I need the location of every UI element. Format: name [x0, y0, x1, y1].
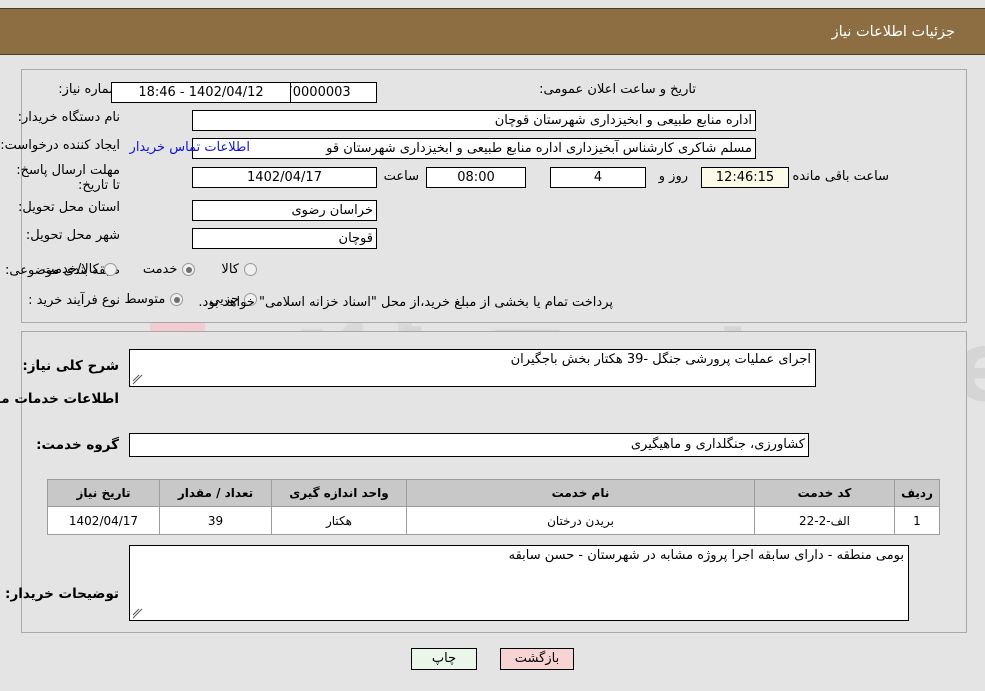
col-row-no: ردیف — [894, 479, 940, 507]
announce-datetime-value[interactable]: 1402/04/12 - 18:46 — [111, 82, 291, 103]
col-quantity: تعداد / مقدار — [159, 479, 272, 507]
category-option-kala[interactable]: کالا — [195, 262, 257, 277]
col-service-code: کد خدمت — [754, 479, 895, 507]
col-need-date: تاریخ نیاز — [47, 479, 160, 507]
buyer-org-label: نام دستگاه خریدار: — [17, 110, 120, 125]
announce-datetime-label: تاریخ و ساعت اعلان عمومی: — [539, 82, 696, 97]
city-label-wrap: شهر محل تحویل: — [26, 228, 120, 243]
buyer-notes-value: بومی منطقه - دارای سابقه اجرا پروژه مشاب… — [508, 548, 904, 563]
services-heading: اطلاعات خدمات مورد نیاز — [0, 391, 119, 407]
need-summary-textarea[interactable]: اجرای عملیات پرورشی جنگل -39 هکتار بخش ب… — [129, 349, 816, 387]
need-summary-value: اجرای عملیات پرورشی جنگل -39 هکتار بخش ب… — [510, 352, 811, 367]
cell-unit: هکتار — [271, 506, 407, 535]
need-info-panel — [21, 69, 967, 323]
need-summary-label: شرح کلی نیاز: — [22, 358, 119, 374]
city-value[interactable]: قوچان — [192, 228, 377, 249]
cell-need-date: 1402/04/17 — [47, 506, 160, 535]
page-header-bar: جزئیات اطلاعات نیاز — [0, 8, 985, 55]
radio-circle[interactable] — [170, 293, 184, 306]
province-value[interactable]: خراسان رضوی — [192, 200, 377, 221]
announce-datetime-label-wrap: تاریخ و ساعت اعلان عمومی: — [539, 82, 696, 97]
cell-service-code: الف-2-22 — [754, 506, 895, 535]
page-root: AriaTender.net جزئیات اطلاعات نیاز شماره… — [0, 0, 985, 691]
category-option-kala-khedmat[interactable]: کالا/خدمت — [42, 262, 117, 277]
services-table: ردیف کد خدمت نام خدمت واحد اندازه گیری ت… — [47, 479, 940, 535]
category-option-label: کالا — [221, 262, 239, 277]
deadline-date[interactable]: 1402/04/17 — [192, 167, 377, 188]
service-group-label: گروه خدمت: — [36, 437, 119, 453]
request-creator-label: ایجاد کننده درخواست: — [0, 138, 120, 153]
radio-circle[interactable] — [103, 263, 117, 276]
resize-grip-icon[interactable] — [132, 374, 143, 385]
purchase-type-note: پرداخت تمام یا بخشی از مبلغ خرید،از محل … — [198, 295, 613, 310]
request-creator-value[interactable]: مسلم شاکری کارشناس آبخیزداری اداره منابع… — [192, 138, 756, 159]
purchase-type-label: نوع فرآیند خرید : — [28, 293, 120, 308]
service-group-value[interactable]: کشاورزی، جنگلداری و ماهیگیری — [129, 433, 809, 457]
purchase-type-option-label: متوسط — [124, 292, 166, 307]
back-button[interactable]: بازگشت — [500, 648, 574, 670]
buyer-notes-label: توضیحات خریدار: — [5, 586, 119, 602]
buyer-notes-textarea[interactable]: بومی منطقه - دارای سابقه اجرا پروژه مشاب… — [129, 545, 909, 621]
deadline-time-label: ساعت — [383, 169, 419, 184]
category-radio-group: کالا خدمت کالا/خدمت — [42, 262, 257, 277]
category-option-label: خدمت — [142, 262, 178, 277]
city-label: شهر محل تحویل: — [25, 228, 120, 243]
buyer-org-label-wrap: نام دستگاه خریدار: — [18, 110, 120, 125]
deadline-days-suffix: روز و — [658, 169, 688, 184]
cell-service-name: بریدن درختان — [406, 506, 755, 535]
purchase-type-option-motevaset[interactable]: متوسط — [124, 292, 184, 307]
cell-row-no: 1 — [894, 506, 940, 535]
col-unit: واحد اندازه گیری — [271, 479, 407, 507]
deadline-label: مهلت ارسال پاسخ: تا تاریخ: — [16, 163, 120, 193]
province-label-wrap: استان محل تحویل: — [18, 200, 120, 215]
cell-quantity: 39 — [159, 506, 272, 535]
category-option-khedmat[interactable]: خدمت — [117, 262, 196, 277]
print-button[interactable]: چاپ — [411, 648, 477, 670]
request-creator-label-wrap: ایجاد کننده درخواست: — [0, 138, 120, 153]
buyer-contact-link[interactable]: اطلاعات تماس خریدار — [130, 140, 250, 155]
category-option-label: کالا/خدمت — [42, 262, 99, 277]
deadline-countdown: 12:46:15 — [701, 167, 789, 188]
purchase-type-label-wrap: نوع فرآیند خرید : — [28, 293, 120, 308]
table-row: 1 الف-2-22 بریدن درختان هکتار 39 1402/04… — [47, 506, 940, 535]
footer-button-bar: بازگشت چاپ — [0, 648, 985, 670]
province-label: استان محل تحویل: — [18, 200, 120, 215]
page-title: جزئیات اطلاعات نیاز — [831, 23, 955, 40]
radio-circle[interactable] — [244, 263, 257, 276]
deadline-countdown-suffix: ساعت باقی مانده — [792, 169, 889, 184]
buyer-org-value[interactable]: اداره منابع طبیعی و ابخیزداری شهرستان قو… — [192, 110, 756, 131]
deadline-time[interactable]: 08:00 — [426, 167, 526, 188]
deadline-days[interactable]: 4 — [550, 167, 646, 188]
radio-circle[interactable] — [182, 263, 196, 276]
col-service-name: نام خدمت — [406, 479, 755, 507]
table-header-row: ردیف کد خدمت نام خدمت واحد اندازه گیری ت… — [47, 479, 940, 507]
deadline-label-wrap: مهلت ارسال پاسخ: تا تاریخ: — [15, 163, 120, 193]
resize-grip-icon[interactable] — [132, 608, 143, 619]
